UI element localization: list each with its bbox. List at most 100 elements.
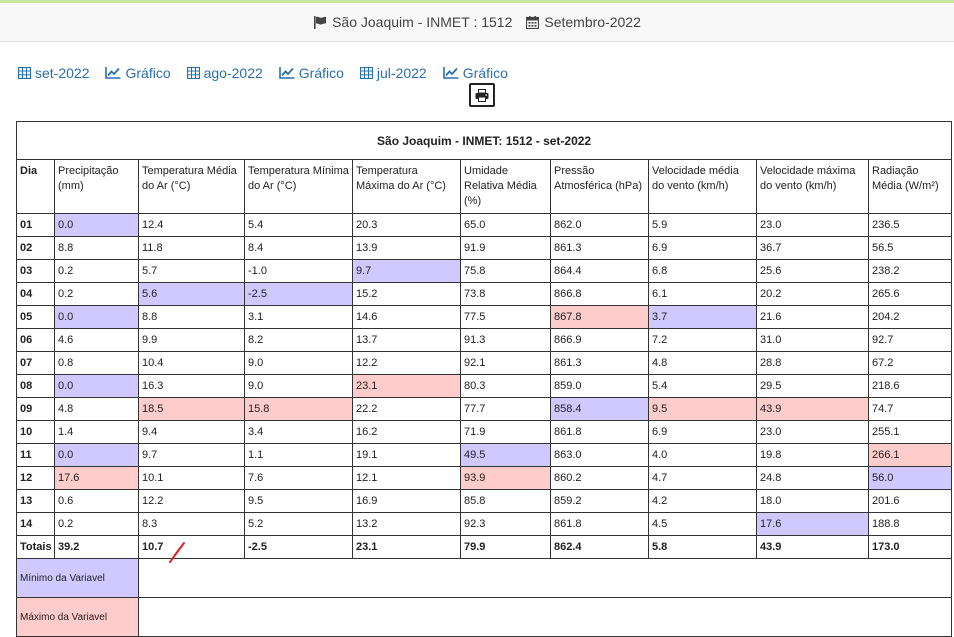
column-header: Radiação Média (W/m²): [867, 159, 953, 214]
data-cell: 71.9: [460, 420, 551, 444]
data-cell: 4.2: [648, 489, 757, 513]
data-cell: 5.4: [244, 213, 353, 237]
data-cell: 0.8: [54, 351, 139, 375]
column-header: Dia: [16, 159, 55, 214]
data-cell: 9.5: [648, 397, 757, 421]
data-cell: 0.6: [54, 489, 139, 513]
data-cell: 18.5: [138, 397, 245, 421]
data-cell: 16.3: [138, 374, 245, 398]
table-row: 08 0.0 16.3 9.0 23.1 80.3 859.0 5.4 29.5 218.6: [16, 374, 953, 398]
totals-cell: 23.1: [352, 535, 461, 559]
data-cell: 15.2: [352, 282, 461, 306]
data-cell: 20.3: [352, 213, 461, 237]
data-cell: 5.7: [138, 259, 245, 283]
data-cell: 19.8: [756, 443, 869, 467]
data-cell: 3.4: [244, 420, 353, 444]
nav-link-ago-2022-chart[interactable]: Gráfico: [278, 65, 344, 81]
totals-row: Totais 39.2 10.7 -2.5 23.1 79.9 862.4 5.…: [16, 535, 953, 559]
data-cell: 0.2: [54, 512, 139, 536]
line-chart-icon: [278, 67, 295, 79]
data-cell: 0.0: [54, 443, 139, 467]
data-cell: 0.0: [54, 213, 139, 237]
line-chart-icon: [105, 67, 121, 79]
data-cell: 4.7: [648, 466, 757, 490]
print-button[interactable]: [469, 83, 495, 107]
data-cell: 23.0: [756, 213, 869, 237]
totals-cell: -2.5: [244, 535, 353, 559]
legend-min-swatch: Mínimo da Variavel: [16, 558, 139, 598]
data-cell: 43.9: [756, 397, 869, 421]
data-cell: 12.2: [138, 489, 245, 513]
legend-row-max: Máximo da Variavel: [16, 597, 953, 637]
data-cell: 8.2: [244, 328, 353, 352]
data-cell: 93.9: [460, 466, 551, 490]
data-cell: 75.8: [460, 259, 551, 283]
nav-link-set-2022-table[interactable]: set-2022: [18, 65, 89, 81]
nav-link-set-2022-chart[interactable]: Gráfico: [105, 65, 171, 81]
data-cell: 16.9: [352, 489, 461, 513]
table-row: 13 0.6 12.2 9.5 16.9 85.8 859.2 4.2 18.0 201.6: [16, 489, 953, 513]
data-cell: 861.3: [550, 236, 649, 260]
nav-link-label: Gráfico: [298, 65, 344, 81]
totals-cell: 862.4: [550, 535, 649, 559]
table-row: 09 4.8 18.5 15.8 22.2 77.7 858.4 9.5 43.9 74.7: [16, 397, 953, 421]
data-cell: 36.7: [756, 236, 869, 260]
table-header-row: Dia Precipitação (mm) Temperatura Média …: [16, 159, 953, 214]
line-chart-icon: [442, 67, 459, 79]
table-icon: [359, 67, 373, 79]
data-cell: 12.2: [352, 351, 461, 375]
data-cell: 11.8: [138, 236, 245, 260]
print-icon: [475, 88, 489, 102]
day-cell: 01: [16, 213, 55, 237]
nav-link-jul-2022-table[interactable]: jul-2022: [359, 65, 427, 81]
data-cell: 5.6: [138, 282, 245, 306]
nav-link-label: set-2022: [35, 65, 90, 81]
data-cell: 13.9: [352, 236, 461, 260]
data-cell: 22.2: [352, 397, 461, 421]
data-cell: 1.1: [244, 443, 353, 467]
data-cell: 14.6: [352, 305, 461, 329]
data-cell: 9.5: [244, 489, 353, 513]
data-cell: 4.8: [54, 397, 139, 421]
data-cell: 3.1: [244, 305, 353, 329]
data-cell: 863.0: [550, 443, 649, 467]
table-row: 10 1.4 9.4 3.4 16.2 71.9 861.8 6.9 23.0 255.1: [16, 420, 953, 444]
data-cell: 9.0: [244, 351, 353, 375]
data-cell: 859.0: [550, 374, 649, 398]
day-cell: 11: [16, 443, 55, 467]
data-cell: 16.2: [352, 420, 461, 444]
legend-spacer: [137, 558, 953, 598]
data-cell: 18.0: [756, 489, 869, 513]
data-cell: 29.5: [756, 374, 869, 398]
data-cell: 4.0: [648, 443, 757, 467]
legend-spacer: [137, 597, 953, 637]
table-row: 01 0.0 12.4 5.4 20.3 65.0 862.0 5.9 23.0 236.5: [16, 213, 953, 237]
day-cell: 08: [16, 374, 55, 398]
table-row: 05 0.0 8.8 3.1 14.6 77.5 867.8 3.7 21.6 204.2: [16, 305, 953, 329]
legend-row-min: Mínimo da Variavel: [16, 558, 953, 598]
data-cell: 73.8: [460, 282, 551, 306]
column-header: Temperatura Mínima do Ar (°C): [244, 159, 353, 214]
nav-link-ago-2022-table[interactable]: ago-2022: [186, 65, 263, 81]
day-cell: 14: [16, 512, 55, 536]
data-cell: 25.6: [756, 259, 869, 283]
month-nav: set-2022 Gráfico ago-2022 Gráfico jul-20…: [18, 63, 508, 83]
data-cell: 9.0: [244, 374, 353, 398]
totals-cell: 10.7: [138, 535, 245, 559]
data-cell: 218.6: [867, 374, 953, 398]
nav-link-jul-2022-chart[interactable]: Gráfico: [442, 65, 508, 81]
totals-cell: 79.9: [460, 535, 551, 559]
weather-data-table: São Joaquim - INMET: 1512 - set-2022 Dia…: [15, 121, 953, 637]
data-cell: 862.0: [550, 213, 649, 237]
data-cell: 5.2: [244, 512, 353, 536]
data-cell: 92.1: [460, 351, 551, 375]
day-cell: 05: [16, 305, 55, 329]
day-cell: 13: [16, 489, 55, 513]
data-cell: 8.8: [138, 305, 245, 329]
data-cell: 21.6: [756, 305, 869, 329]
data-cell: 19.1: [352, 443, 461, 467]
data-cell: 9.9: [138, 328, 245, 352]
data-cell: 201.6: [867, 489, 953, 513]
day-cell: 07: [16, 351, 55, 375]
data-cell: 23.1: [352, 374, 461, 398]
